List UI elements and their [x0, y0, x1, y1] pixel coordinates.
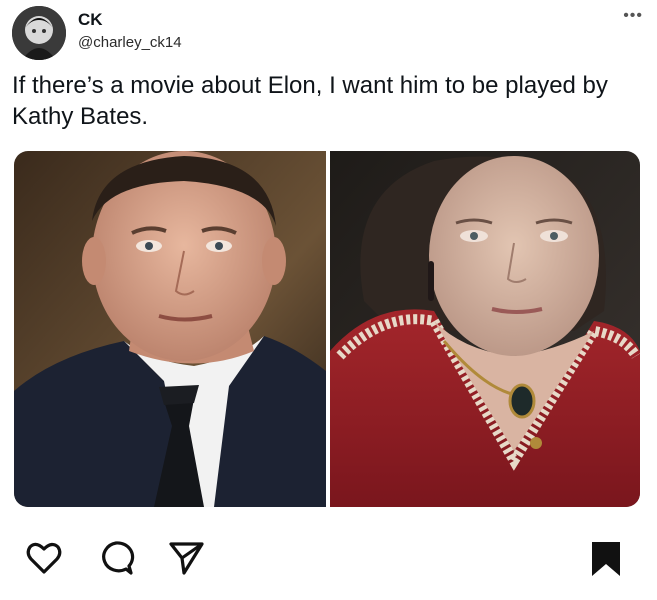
author-handle[interactable]: @charley_ck14 — [78, 34, 182, 51]
author-name[interactable]: CK — [78, 10, 103, 30]
tweet-media[interactable] — [14, 151, 640, 507]
more-icon[interactable]: ••• — [623, 8, 643, 24]
right-photo — [330, 151, 640, 507]
avatar[interactable] — [12, 6, 66, 60]
left-photo — [14, 151, 326, 507]
action-bar — [0, 538, 657, 582]
tweet-header: CK @charley_ck14 ••• — [12, 6, 645, 62]
heart-icon[interactable] — [24, 538, 64, 583]
media-image — [14, 151, 640, 507]
comment-bubble-icon[interactable] — [96, 538, 136, 583]
send-icon[interactable] — [166, 538, 206, 583]
avatar-image — [12, 6, 66, 60]
tweet-text: If there’s a movie about Elon, I want hi… — [12, 72, 608, 130]
bookmark-icon[interactable] — [586, 538, 626, 583]
